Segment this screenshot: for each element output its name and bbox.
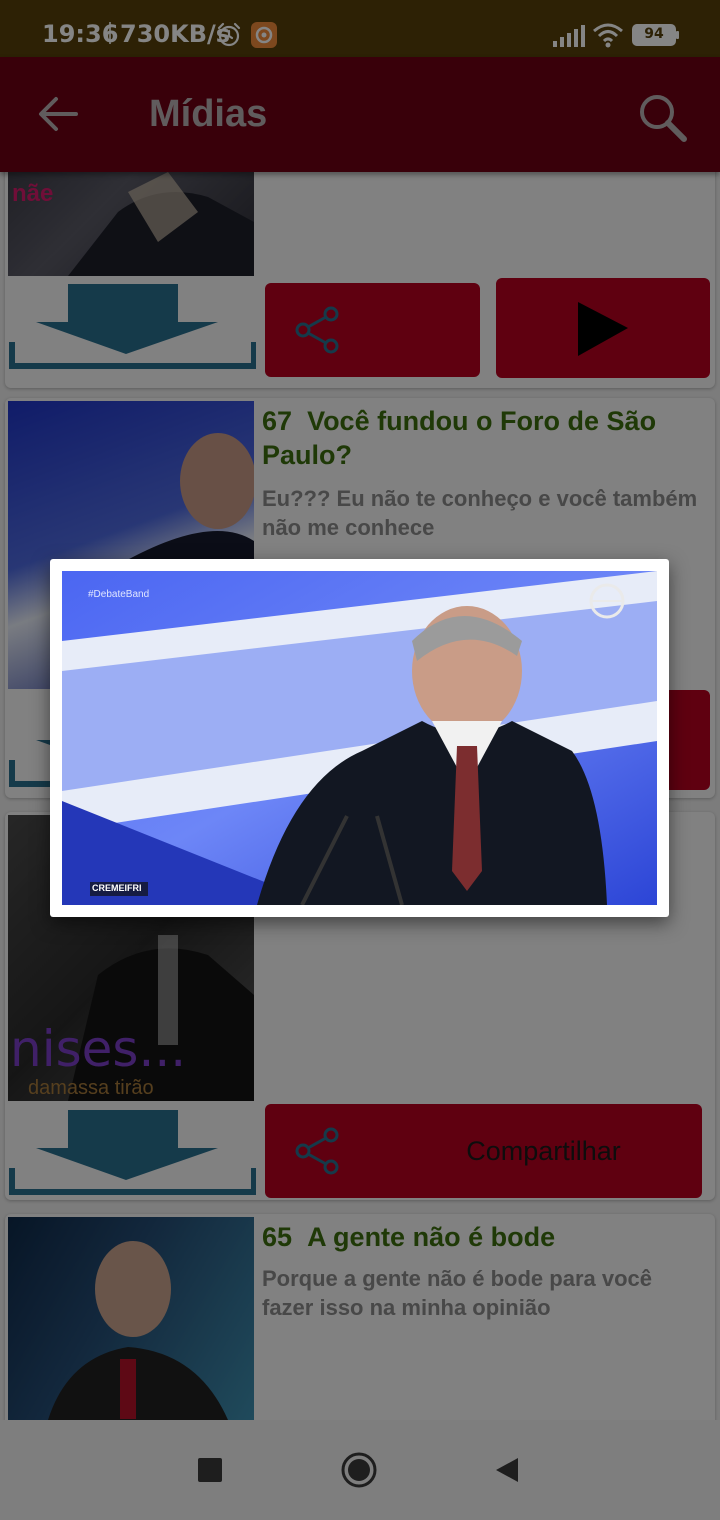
media-preview[interactable]: #DebateBand CREMEIFRI (62, 571, 657, 905)
media-hashtag: #DebateBand (88, 589, 150, 600)
media-preview-dialog: #DebateBand CREMEIFRI (50, 559, 669, 917)
media-badge: CREMEIFRI (92, 883, 142, 893)
